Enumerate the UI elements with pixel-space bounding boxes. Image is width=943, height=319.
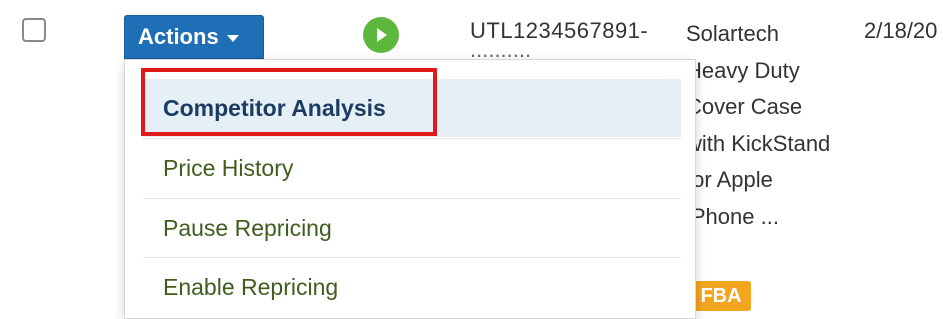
play-icon[interactable]: [363, 17, 399, 53]
row-select-checkbox[interactable]: [22, 18, 46, 42]
menu-item-label: Price History: [163, 154, 294, 181]
caret-down-icon: [226, 35, 239, 42]
highlight-box: [141, 68, 437, 136]
fba-badge: FBA: [691, 281, 751, 311]
menu-item-pause-repricing[interactable]: Pause Repricing: [143, 199, 681, 257]
menu-item-label: Pause Repricing: [163, 214, 332, 241]
product-description: Solartech Heavy Duty Cover Case with Kic…: [686, 21, 831, 229]
sku-text: UTL1234567891-: [470, 18, 649, 43]
menu-item-price-history[interactable]: Price History: [143, 139, 681, 197]
actions-label: Actions: [138, 24, 219, 49]
date-text: 2/18/20: [864, 18, 938, 43]
menu-item-label: Enable Repricing: [163, 273, 339, 300]
actions-dropdown-button[interactable]: Actions: [124, 15, 264, 59]
menu-item-enable-repricing[interactable]: Enable Repricing: [143, 258, 681, 316]
sku-continued-text: ..........: [470, 50, 670, 58]
